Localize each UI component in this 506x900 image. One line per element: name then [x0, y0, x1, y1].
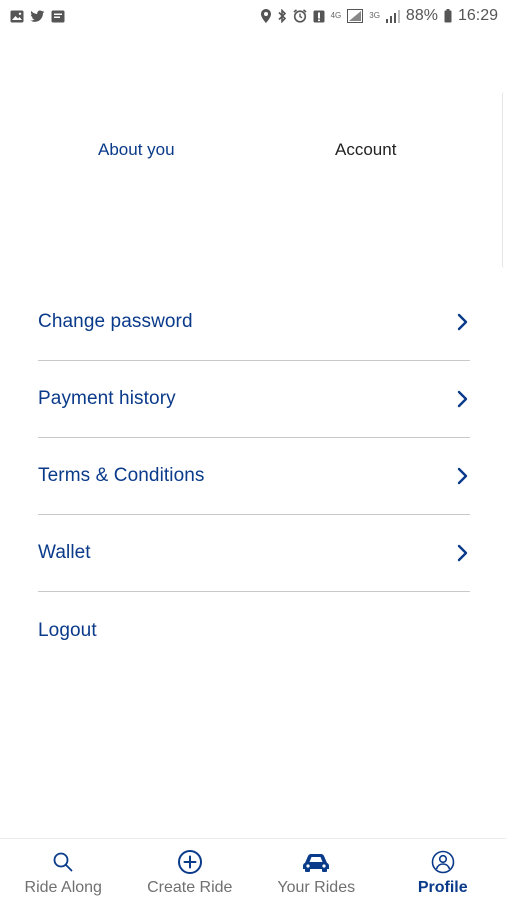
menu-item-change-password[interactable]: Change password [38, 284, 470, 361]
side-scroll-handle[interactable] [502, 92, 506, 268]
nav-label: Profile [417, 879, 468, 896]
menu-item-label: Logout [38, 619, 97, 641]
twitter-icon [30, 9, 45, 23]
battery-icon [444, 9, 452, 23]
bottom-nav: Ride Along Create Ride Your Rides Profil… [0, 838, 506, 900]
tab-account[interactable]: Account [335, 140, 396, 160]
status-bar: 4G 3G 88% 16:29 [0, 0, 506, 32]
gallery-icon [10, 10, 24, 23]
nav-ride-along[interactable]: Ride Along [0, 839, 127, 900]
bluetooth-icon [277, 9, 287, 23]
profile-tabs: About you Account [0, 140, 506, 170]
network-4g-indicator: 4G [330, 11, 342, 20]
menu-item-label: Terms & Conditions [38, 465, 205, 486]
chevron-right-icon [457, 544, 468, 562]
tab-about-you[interactable]: About you [98, 140, 175, 160]
plus-circle-icon [177, 849, 203, 875]
nav-label: Your Rides [277, 879, 356, 896]
menu-item-wallet[interactable]: Wallet [38, 515, 470, 592]
profile-icon [431, 849, 455, 875]
nav-your-rides[interactable]: Your Rides [253, 839, 380, 900]
nav-label: Create Ride [147, 879, 233, 896]
menu-item-logout[interactable]: Logout [38, 592, 470, 669]
nav-label: Ride Along [24, 879, 102, 896]
chevron-right-icon [457, 467, 468, 485]
car-icon [301, 849, 331, 875]
nav-profile[interactable]: Profile [380, 839, 506, 900]
menu-item-label: Change password [38, 311, 193, 332]
location-icon [260, 9, 271, 23]
signal-bars-icon [385, 9, 400, 23]
message-icon [51, 10, 65, 23]
status-bar-left [10, 9, 65, 23]
nav-create-ride[interactable]: Create Ride [127, 839, 254, 900]
menu-item-label: Wallet [38, 542, 91, 563]
menu-item-payment-history[interactable]: Payment history [38, 361, 470, 438]
network-3g-indicator: 3G [369, 11, 380, 20]
notification-icon [313, 10, 325, 23]
account-menu: Change password Payment history Terms & … [38, 284, 470, 669]
menu-item-label: Payment history [38, 388, 176, 409]
signal-icon [347, 9, 364, 23]
search-icon [52, 849, 74, 875]
status-bar-right: 4G 3G 88% 16:29 [260, 7, 498, 25]
chevron-right-icon [457, 313, 468, 331]
alarm-icon [293, 9, 307, 23]
battery-percent: 88% [405, 7, 438, 24]
clock: 16:29 [457, 7, 498, 24]
chevron-right-icon [457, 390, 468, 408]
menu-item-terms-conditions[interactable]: Terms & Conditions [38, 438, 470, 515]
